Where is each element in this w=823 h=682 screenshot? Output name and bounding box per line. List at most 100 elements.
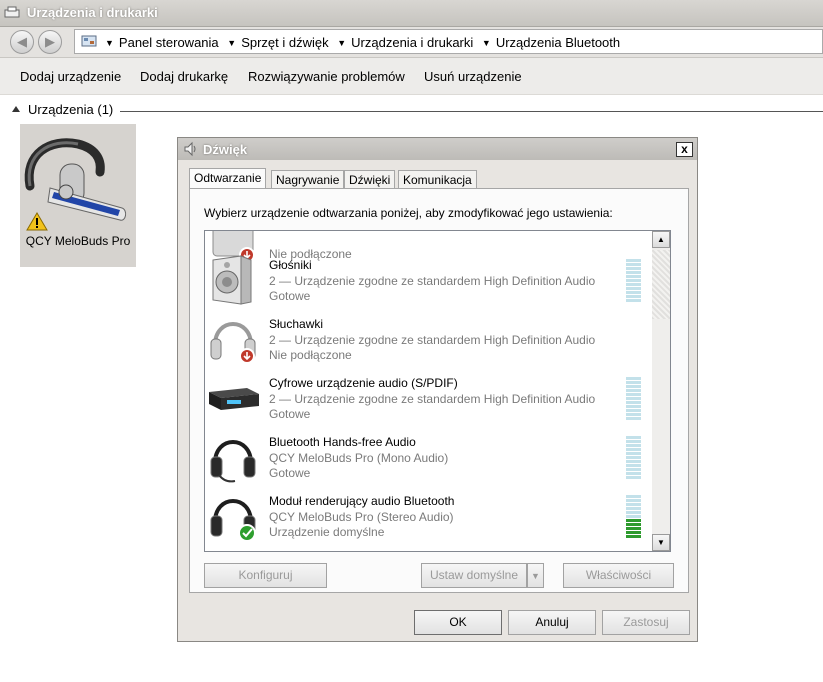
chevron-down-icon[interactable]: ▼: [482, 38, 491, 48]
meter-segment: [626, 275, 641, 278]
playback-device-list[interactable]: Nie podłączone Głośniki 2 — Urządzenie z…: [204, 230, 671, 552]
meter-segment: [626, 381, 641, 384]
device-name: Bluetooth Hands-free Audio: [269, 435, 416, 449]
meter-segment: [626, 495, 641, 498]
group-divider: [120, 111, 823, 112]
back-button[interactable]: ◀: [10, 30, 34, 54]
meter-segment: [626, 385, 641, 388]
volume-meter: [626, 495, 641, 539]
tab-playback[interactable]: Odtwarzanie: [189, 168, 267, 190]
meter-segment: [626, 468, 641, 471]
headphones-icon: [210, 322, 256, 364]
meter-segment: [626, 271, 641, 274]
meter-segment: [626, 417, 641, 420]
meter-segment: [626, 413, 641, 416]
properties-button[interactable]: Właściwości: [563, 563, 674, 588]
window-titlebar: Urządzenia i drukarki: [0, 0, 823, 27]
vertical-scrollbar[interactable]: ▲ ▼: [652, 231, 670, 551]
device-status: Gotowe: [269, 407, 311, 421]
collapse-triangle-icon[interactable]: [12, 106, 20, 112]
device-name: Słuchawki: [269, 317, 324, 331]
meter-segment: [626, 259, 641, 262]
back-arrow-icon: ◀: [17, 34, 27, 49]
meter-segment: [626, 472, 641, 475]
meter-segment: [626, 527, 641, 530]
ok-button[interactable]: OK: [414, 610, 502, 635]
scroll-up-button[interactable]: ▲: [652, 231, 670, 248]
tab-communications[interactable]: Komunikacja: [398, 170, 477, 189]
scroll-up-icon: ▲: [657, 235, 665, 244]
chevron-down-icon[interactable]: ▼: [337, 38, 346, 48]
digital-audio-icon: [209, 388, 259, 410]
meter-segment: [626, 452, 641, 455]
device-description: 2 — Urządzenie zgodne ze standardem High…: [269, 274, 596, 288]
meter-segment: [626, 401, 641, 404]
playback-panel: Wybierz urządzenie odtwarzania poniżej, …: [189, 188, 689, 593]
breadcrumb: ▼ Panel sterowania ▼ Sprzęt i dźwięk ▼ Urzą…: [100, 35, 620, 50]
meter-segment: [626, 503, 641, 506]
meter-segment: [626, 409, 641, 412]
meter-segment: [626, 393, 641, 396]
configure-button[interactable]: Konfiguruj: [204, 563, 327, 588]
meter-segment: [626, 448, 641, 451]
meter-segment: [626, 295, 641, 298]
close-button[interactable]: x: [676, 142, 693, 157]
troubleshoot-button[interactable]: Rozwiązywanie problemów: [248, 69, 405, 84]
device-status: Gotowe: [269, 289, 311, 303]
add-device-button[interactable]: Dodaj urządzenie: [20, 69, 121, 84]
device-description: QCY MeloBuds Pro (Mono Audio): [269, 451, 449, 465]
cancel-button[interactable]: Anuluj: [508, 610, 596, 635]
scrollbar-thumb[interactable]: [652, 250, 670, 319]
meter-segment: [626, 535, 641, 538]
forward-arrow-icon: ▶: [45, 34, 55, 49]
remove-device-button[interactable]: Usuń urządzenie: [424, 69, 522, 84]
device-name: QCY MeloBuds Pro: [25, 234, 131, 248]
apply-button[interactable]: Zastosuj: [602, 610, 690, 635]
breadcrumb-item[interactable]: Panel sterowania: [119, 35, 219, 50]
dialog-titlebar[interactable]: Dźwięk x: [178, 138, 697, 160]
tab-sounds[interactable]: Dźwięki: [344, 170, 396, 189]
device-status: Nie podłączone: [269, 348, 352, 362]
meter-segment: [626, 511, 641, 514]
meter-segment: [626, 499, 641, 502]
device-description: QCY MeloBuds Pro (Stereo Audio): [269, 510, 454, 524]
scroll-down-icon: ▼: [657, 538, 665, 547]
meter-segment: [626, 519, 641, 522]
list-item[interactable]: Moduł renderujący audio Bluetooth QCY Me…: [205, 488, 652, 546]
volume-meter: [626, 259, 641, 303]
chevron-down-icon[interactable]: ▼: [227, 38, 236, 48]
list-item[interactable]: Cyfrowe urządzenie audio (S/PDIF) 2 — Ur…: [205, 370, 652, 428]
scroll-down-button[interactable]: ▼: [652, 534, 670, 551]
device-tile[interactable]: QCY MeloBuds Pro: [20, 124, 136, 267]
meter-segment: [626, 523, 641, 526]
meter-segment: [626, 405, 641, 408]
meter-segment: [626, 263, 641, 266]
meter-segment: [626, 476, 641, 479]
meter-segment: [626, 267, 641, 270]
meter-segment: [626, 283, 641, 286]
meter-segment: [626, 389, 641, 392]
breadcrumb-item[interactable]: Urządzenia i drukarki: [351, 35, 473, 50]
devices-printers-icon: [4, 6, 20, 18]
set-default-button[interactable]: Ustaw domyślne: [421, 563, 527, 588]
add-printer-button[interactable]: Dodaj drukarkę: [140, 69, 228, 84]
devices-group-header[interactable]: Urządzenia (1): [12, 102, 113, 117]
chevron-down-icon[interactable]: ▼: [105, 38, 114, 48]
list-item[interactable]: Słuchawki 2 — Urządzenie zgodne ze stand…: [205, 311, 652, 369]
meter-segment: [626, 444, 641, 447]
forward-button[interactable]: ▶: [38, 30, 62, 54]
tab-recording[interactable]: Nagrywanie: [271, 170, 345, 189]
meter-segment: [626, 287, 641, 290]
list-item[interactable]: Bluetooth Hands-free Audio QCY MeloBuds …: [205, 429, 652, 487]
list-item[interactable]: Głośniki 2 — Urządzenie zgodne ze standa…: [205, 252, 652, 310]
breadcrumb-item[interactable]: Sprzęt i dźwięk: [241, 35, 328, 50]
volume-meter: [626, 436, 641, 480]
device-description: 2 — Urządzenie zgodne ze standardem High…: [269, 333, 596, 347]
close-icon: x: [681, 142, 688, 156]
address-bar[interactable]: ▼ Panel sterowania ▼ Sprzęt i dźwięk ▼ Urzą…: [74, 29, 823, 54]
device-name: Głośniki: [269, 258, 312, 272]
headset-default-icon: [210, 499, 256, 542]
set-default-dropdown[interactable]: ▼: [527, 563, 544, 588]
breadcrumb-item[interactable]: Urządzenia Bluetooth: [496, 35, 620, 50]
meter-segment: [626, 291, 641, 294]
